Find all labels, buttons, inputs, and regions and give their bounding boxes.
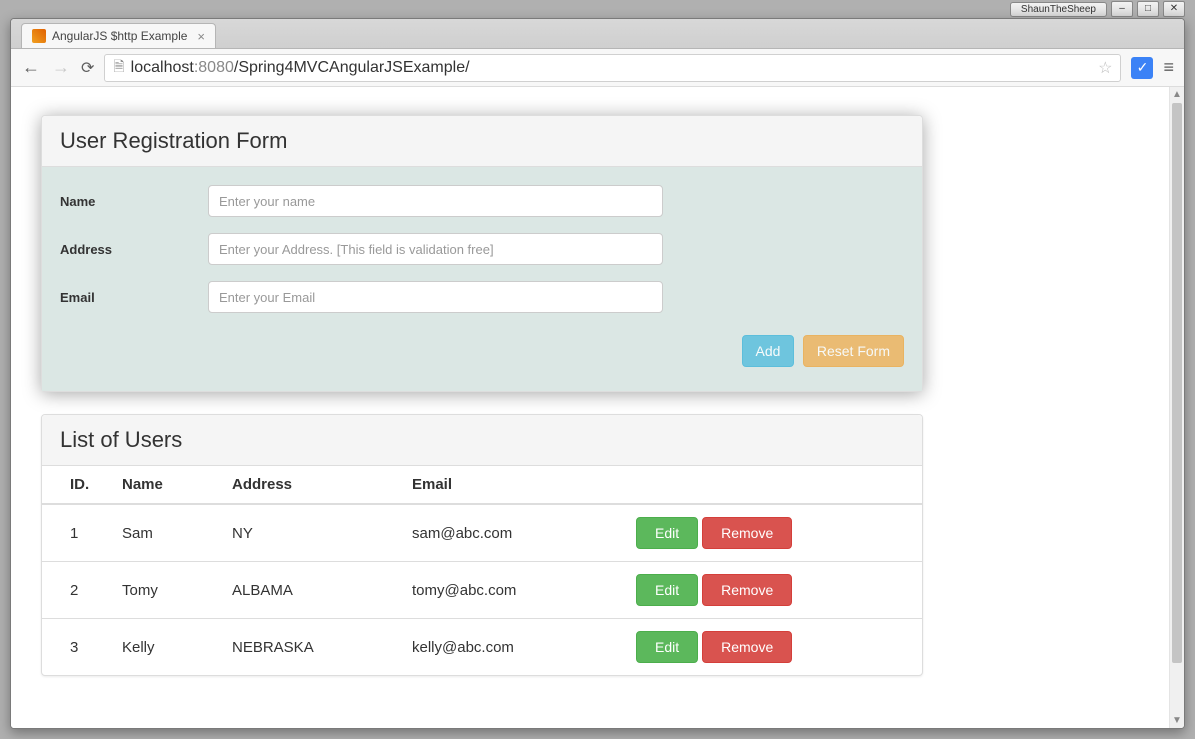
url-path: /Spring4MVCAngularJSExample/: [234, 59, 470, 76]
scroll-down-icon[interactable]: ▼: [1170, 713, 1184, 728]
os-username: ShaunTheSheep: [1010, 2, 1107, 17]
address-label: Address: [60, 242, 208, 257]
browser-toolbar: ← → ⟳ 🗎 localhost:8080/Spring4MVCAngular…: [11, 49, 1184, 87]
hamburger-menu-icon[interactable]: ≡: [1163, 57, 1174, 78]
back-button[interactable]: ←: [21, 57, 41, 78]
tab-strip: AngularJS $http Example ×: [11, 19, 1184, 49]
edit-button[interactable]: Edit: [636, 517, 698, 549]
edit-button[interactable]: Edit: [636, 574, 698, 606]
cell-id: 3: [42, 619, 112, 676]
scroll-thumb[interactable]: [1172, 103, 1182, 663]
cell-actions: EditRemove: [622, 619, 922, 676]
page-content: User Registration Form Name Address Emai…: [11, 87, 1169, 728]
col-header-name: Name: [112, 466, 222, 504]
reset-button[interactable]: Reset Form: [803, 335, 904, 367]
vertical-scrollbar[interactable]: ▲ ▼: [1169, 87, 1184, 728]
cell-email: sam@abc.com: [402, 504, 622, 562]
tab-close-icon[interactable]: ×: [197, 29, 205, 44]
forward-button[interactable]: →: [51, 57, 71, 78]
form-actions: Add Reset Form: [60, 329, 904, 367]
edit-button[interactable]: Edit: [636, 631, 698, 663]
cell-id: 1: [42, 504, 112, 562]
registration-panel-body: Name Address Email Add Reset Form: [42, 167, 922, 391]
os-titlebar: ShaunTheSheep – □ ✕: [1010, 1, 1185, 17]
email-input[interactable]: [208, 281, 663, 313]
cell-id: 2: [42, 562, 112, 619]
registration-panel: User Registration Form Name Address Emai…: [41, 115, 923, 392]
url-host: localhost: [131, 59, 194, 76]
address-input[interactable]: [208, 233, 663, 265]
table-row: 3KellyNEBRASKAkelly@abc.comEditRemove: [42, 619, 922, 676]
close-window-button[interactable]: ✕: [1163, 1, 1185, 17]
tab-title: AngularJS $http Example: [52, 29, 187, 43]
table-row: 2TomyALBAMAtomy@abc.comEditRemove: [42, 562, 922, 619]
reload-button[interactable]: ⟳: [81, 58, 94, 78]
cell-actions: EditRemove: [622, 562, 922, 619]
cell-email: kelly@abc.com: [402, 619, 622, 676]
col-header-address: Address: [222, 466, 402, 504]
remove-button[interactable]: Remove: [702, 574, 792, 606]
remove-button[interactable]: Remove: [702, 631, 792, 663]
extension-icon[interactable]: ✓: [1131, 57, 1153, 79]
minimize-button[interactable]: –: [1111, 1, 1133, 17]
table-header-row: ID. Name Address Email: [42, 466, 922, 504]
cell-name: Sam: [112, 504, 222, 562]
col-header-email: Email: [402, 466, 622, 504]
users-table: ID. Name Address Email 1SamNYsam@abc.com…: [42, 466, 922, 675]
form-row-address: Address: [60, 233, 904, 265]
favicon-icon: [32, 29, 46, 43]
cell-actions: EditRemove: [622, 504, 922, 562]
cell-address: NY: [222, 504, 402, 562]
address-bar[interactable]: 🗎 localhost:8080/Spring4MVCAngularJSExam…: [104, 54, 1121, 82]
bookmark-star-icon[interactable]: ☆: [1098, 58, 1112, 78]
browser-window: AngularJS $http Example × ← → ⟳ 🗎 localh…: [10, 18, 1185, 729]
browser-tab[interactable]: AngularJS $http Example ×: [21, 23, 216, 48]
cell-name: Tomy: [112, 562, 222, 619]
scroll-up-icon[interactable]: ▲: [1170, 87, 1184, 102]
cell-email: tomy@abc.com: [402, 562, 622, 619]
url-port: :8080: [194, 59, 234, 76]
cell-address: NEBRASKA: [222, 619, 402, 676]
cell-address: ALBAMA: [222, 562, 402, 619]
page-icon: 🗎: [113, 56, 124, 80]
name-input[interactable]: [208, 185, 663, 217]
form-row-email: Email: [60, 281, 904, 313]
email-label: Email: [60, 290, 208, 305]
registration-panel-title: User Registration Form: [42, 116, 922, 167]
col-header-actions: [622, 466, 922, 504]
name-label: Name: [60, 194, 208, 209]
form-row-name: Name: [60, 185, 904, 217]
viewport: User Registration Form Name Address Emai…: [11, 87, 1184, 728]
add-button[interactable]: Add: [742, 335, 795, 367]
users-list-panel: List of Users ID. Name Address Email 1Sa…: [41, 414, 923, 676]
table-row: 1SamNYsam@abc.comEditRemove: [42, 504, 922, 562]
remove-button[interactable]: Remove: [702, 517, 792, 549]
cell-name: Kelly: [112, 619, 222, 676]
maximize-button[interactable]: □: [1137, 1, 1159, 17]
users-list-title: List of Users: [42, 415, 922, 466]
col-header-id: ID.: [42, 466, 112, 504]
